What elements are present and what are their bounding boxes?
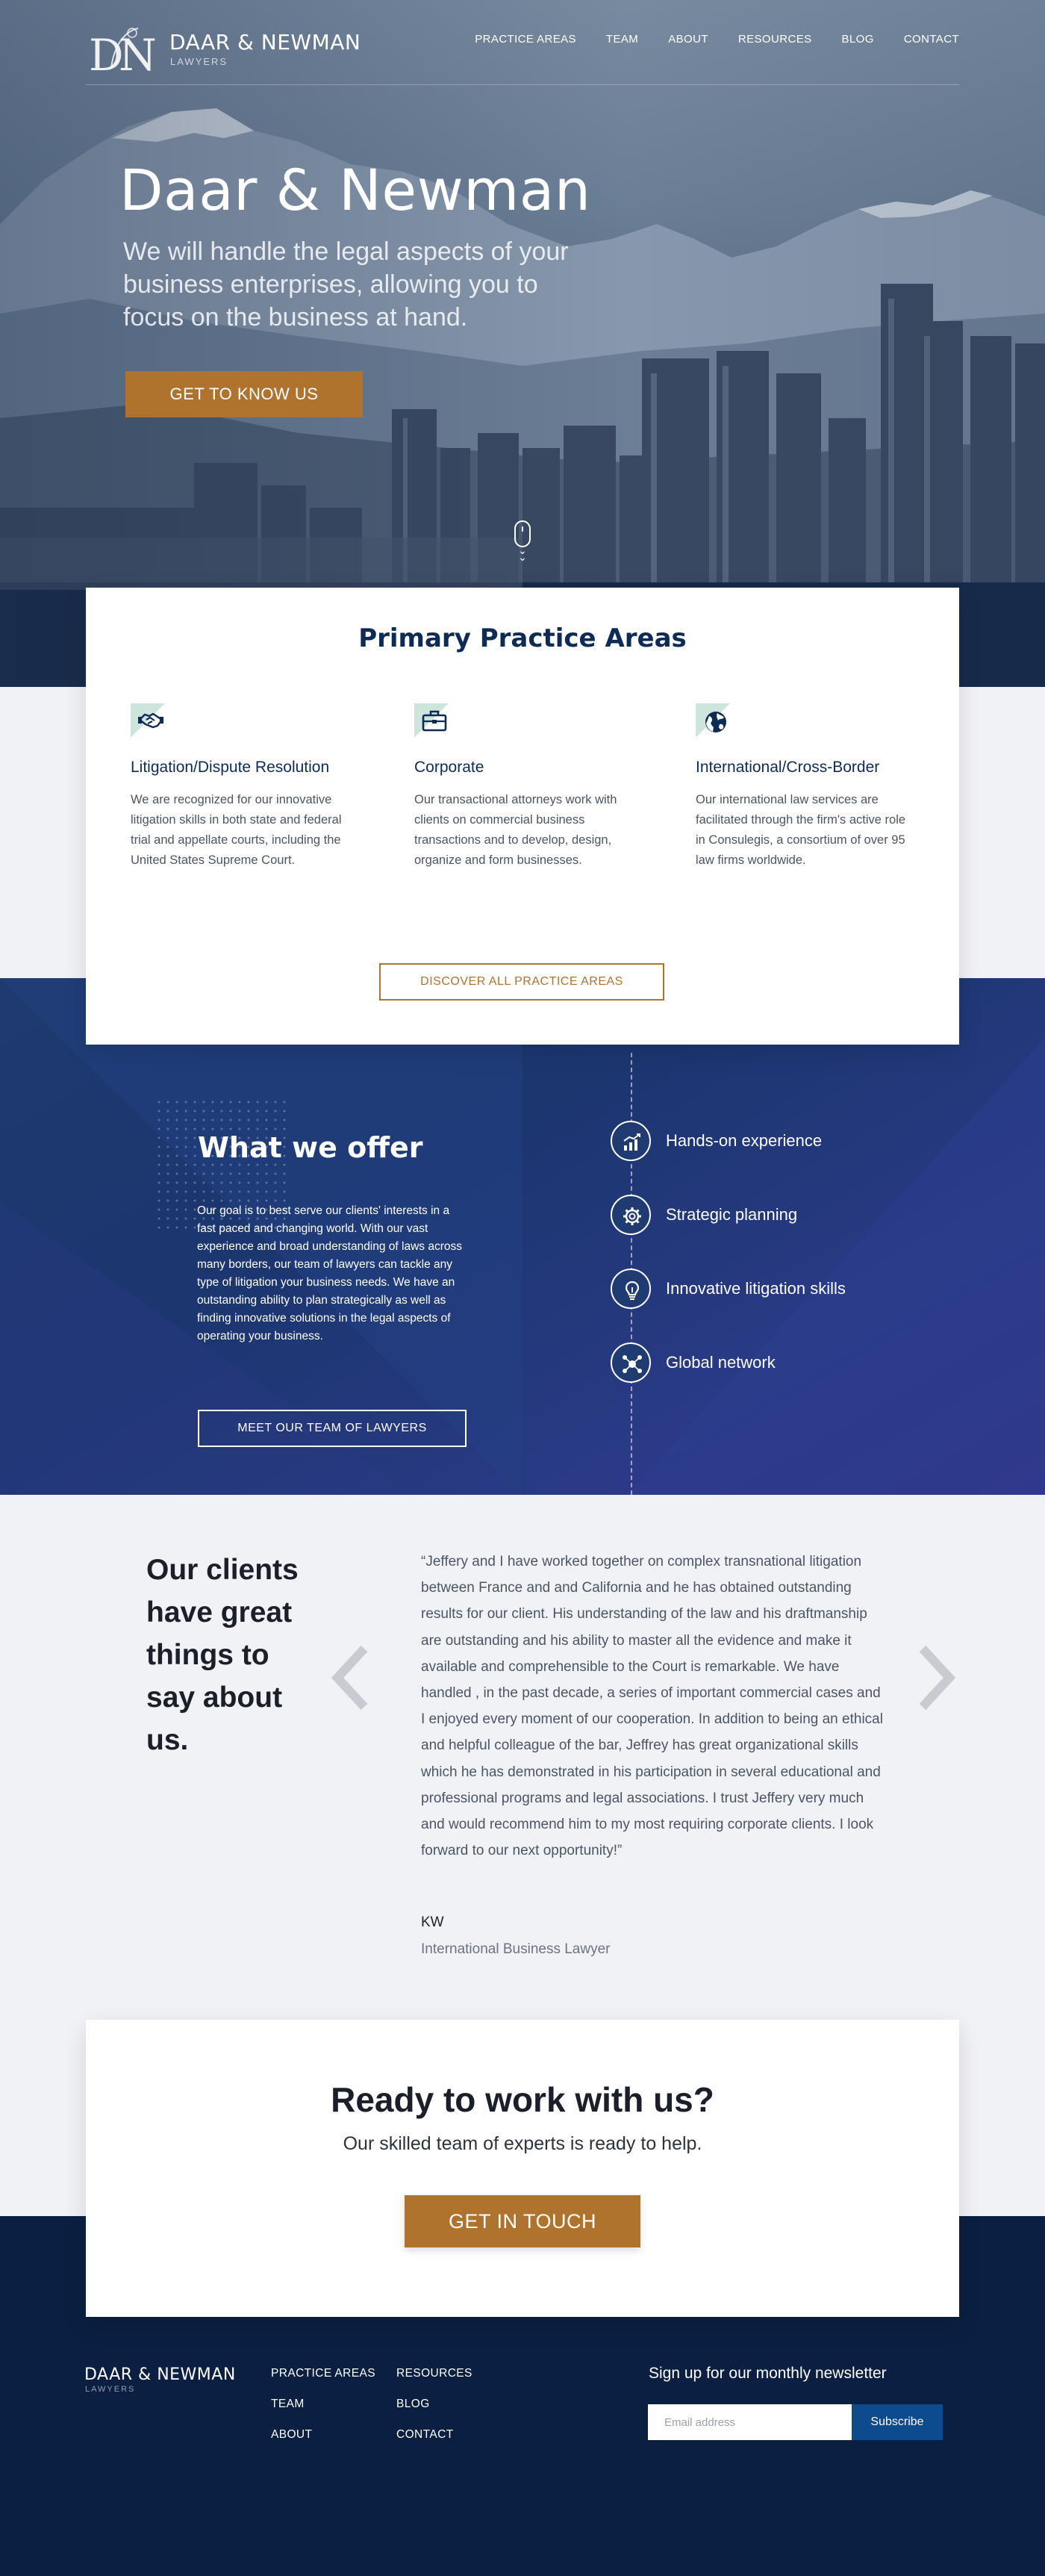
footer-menu-column-1: PRACTICE AREAS TEAM ABOUT: [271, 2367, 375, 2459]
cta-subtitle: Our skilled team of experts is ready to …: [343, 2133, 702, 2154]
feature-label: Hands-on experience: [666, 1131, 823, 1150]
newsletter-email-input[interactable]: [648, 2404, 852, 2440]
hero-section: D N DAAR & NEWMAN LAWYERS PRACTICE AREAS…: [0, 0, 1045, 687]
practice-area-title[interactable]: International/Cross-Border: [696, 759, 912, 777]
chevron-right-icon[interactable]: [912, 1644, 960, 1711]
footer-link-contact[interactable]: CONTACT: [396, 2428, 472, 2459]
what-we-offer-section: What we offer Our goal is to best serve …: [0, 978, 1045, 1495]
nav-link-blog[interactable]: BLOG: [842, 33, 874, 46]
footer-logo-name[interactable]: DAAR & NEWMAN: [84, 2365, 236, 2384]
footer-link-practice-areas[interactable]: PRACTICE AREAS: [271, 2367, 375, 2398]
gear-icon: [611, 1195, 651, 1235]
nav-link-resources[interactable]: RESOURCES: [738, 33, 812, 46]
hero-title: Daar & Newman: [119, 157, 591, 223]
practice-area-description: Our transactional attorneys work with cl…: [414, 793, 617, 867]
footer-link-team[interactable]: TEAM: [271, 2398, 375, 2428]
footer-link-about[interactable]: ABOUT: [271, 2428, 375, 2459]
practice-area-title[interactable]: Litigation/Dispute Resolution: [131, 759, 347, 777]
main-menu: PRACTICE AREAS TEAM ABOUT RESOURCES BLOG…: [475, 33, 959, 46]
get-to-know-us-button[interactable]: GET TO KNOW US: [125, 371, 363, 417]
nav-link-about[interactable]: ABOUT: [668, 33, 708, 46]
testimonial-author: KW: [421, 1914, 444, 1930]
feature-label: Global network: [666, 1353, 776, 1372]
practice-area-description: We are recognized for our innovative lit…: [131, 793, 342, 867]
footer-link-resources[interactable]: RESOURCES: [396, 2367, 472, 2398]
chevron-left-icon[interactable]: [327, 1644, 375, 1711]
practice-areas-title: Primary Practice Areas: [358, 623, 687, 653]
diagonal-background-shapes: [0, 978, 1045, 1495]
practice-area-litigation: Litigation/Dispute Resolution We are rec…: [131, 703, 347, 871]
globe-icon: [696, 703, 734, 741]
practice-area-description: Our international law services are facil…: [696, 793, 906, 867]
hero-overlay: [0, 0, 1045, 687]
feature-label: Strategic planning: [666, 1205, 798, 1224]
testimonial-quote: “Jeffery and I have worked together on c…: [421, 1554, 883, 1859]
practice-area-international: International/Cross-Border Our internati…: [696, 703, 912, 871]
logo-name[interactable]: DAAR & NEWMAN: [169, 30, 361, 55]
lightbulb-icon: [611, 1269, 651, 1309]
newsletter-title: Sign up for our monthly newsletter: [649, 2365, 887, 2382]
practice-area-corporate: Corporate Our transactional attorneys wo…: [414, 703, 631, 871]
get-in-touch-button[interactable]: GET IN TOUCH: [405, 2195, 640, 2247]
what-we-offer-text: Our goal is to best serve our clients' i…: [197, 1204, 463, 1343]
logo-monogram-icon[interactable]: D N: [86, 22, 160, 79]
network-icon: [611, 1343, 651, 1383]
practice-area-title[interactable]: Corporate: [414, 759, 631, 777]
nav-link-practice-areas[interactable]: PRACTICE AREAS: [475, 33, 576, 46]
hero-subtitle: We will handle the legal aspects of your…: [123, 237, 569, 332]
chart-growth-icon: [611, 1121, 651, 1161]
subscribe-button[interactable]: Subscribe: [852, 2404, 943, 2440]
practice-areas-card: Primary Practice Areas Litigation/Disput…: [86, 588, 959, 1045]
logo-subtitle: LAWYERS: [170, 56, 228, 67]
top-navigation: D N DAAR & NEWMAN LAWYERS PRACTICE AREAS…: [86, 15, 959, 85]
scroll-down-arrows-icon: ⌄ ⌄: [518, 544, 527, 563]
footer-menu-column-2: RESOURCES BLOG CONTACT: [396, 2367, 472, 2459]
mouse-scroll-icon[interactable]: [514, 520, 531, 547]
nav-link-team[interactable]: TEAM: [606, 33, 638, 46]
discover-all-practice-areas-button[interactable]: DISCOVER ALL PRACTICE AREAS: [379, 963, 664, 1001]
feature-label: Innovative litigation skills: [666, 1279, 846, 1298]
nav-link-contact[interactable]: CONTACT: [904, 33, 959, 46]
briefcase-icon: [414, 703, 453, 741]
footer-link-blog[interactable]: BLOG: [396, 2398, 472, 2428]
what-we-offer-title: What we offer: [198, 1131, 423, 1164]
testimonial-heading: Our clients have great things to say abo…: [146, 1554, 299, 1756]
handshake-icon: [131, 703, 169, 741]
testimonial-author-role: International Business Lawyer: [421, 1941, 611, 1957]
footer-logo-subtitle: LAWYERS: [85, 2385, 136, 2394]
meet-our-team-button[interactable]: MEET OUR TEAM OF LAWYERS: [198, 1410, 467, 1447]
cta-title: Ready to work with us?: [331, 2080, 714, 2119]
call-to-action-card: Ready to work with us? Our skilled team …: [86, 2020, 959, 2317]
